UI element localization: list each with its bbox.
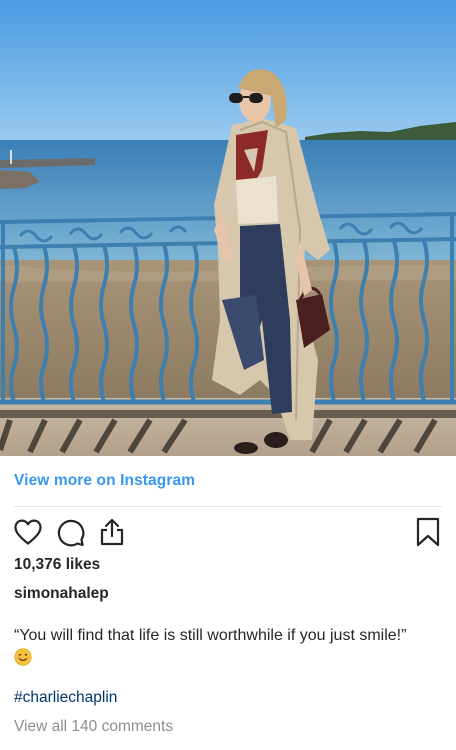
likes-count[interactable]: 10,376 likes: [14, 556, 100, 574]
post-username[interactable]: simonahalep: [14, 585, 109, 603]
post-photo[interactable]: [0, 0, 456, 456]
share-upload-icon: [100, 518, 124, 546]
comment-bubble-icon: [57, 519, 85, 547]
view-all-comments-link[interactable]: View all 140 comments: [14, 718, 173, 736]
bookmark-icon: [416, 517, 440, 547]
hashtag-link[interactable]: #charliechaplin: [14, 689, 117, 707]
divider: [14, 506, 442, 507]
post-image: [0, 0, 456, 456]
heart-icon: [14, 519, 42, 545]
comment-button[interactable]: [54, 516, 86, 548]
share-button[interactable]: [96, 516, 128, 548]
save-button[interactable]: [412, 516, 444, 548]
action-bar: [12, 516, 444, 548]
view-more-on-instagram-link[interactable]: View more on Instagram: [14, 472, 195, 490]
smiling-face-emoji-icon: [14, 648, 32, 666]
like-button[interactable]: [12, 516, 44, 548]
post-caption: “You will find that life is still worthw…: [14, 627, 407, 644]
